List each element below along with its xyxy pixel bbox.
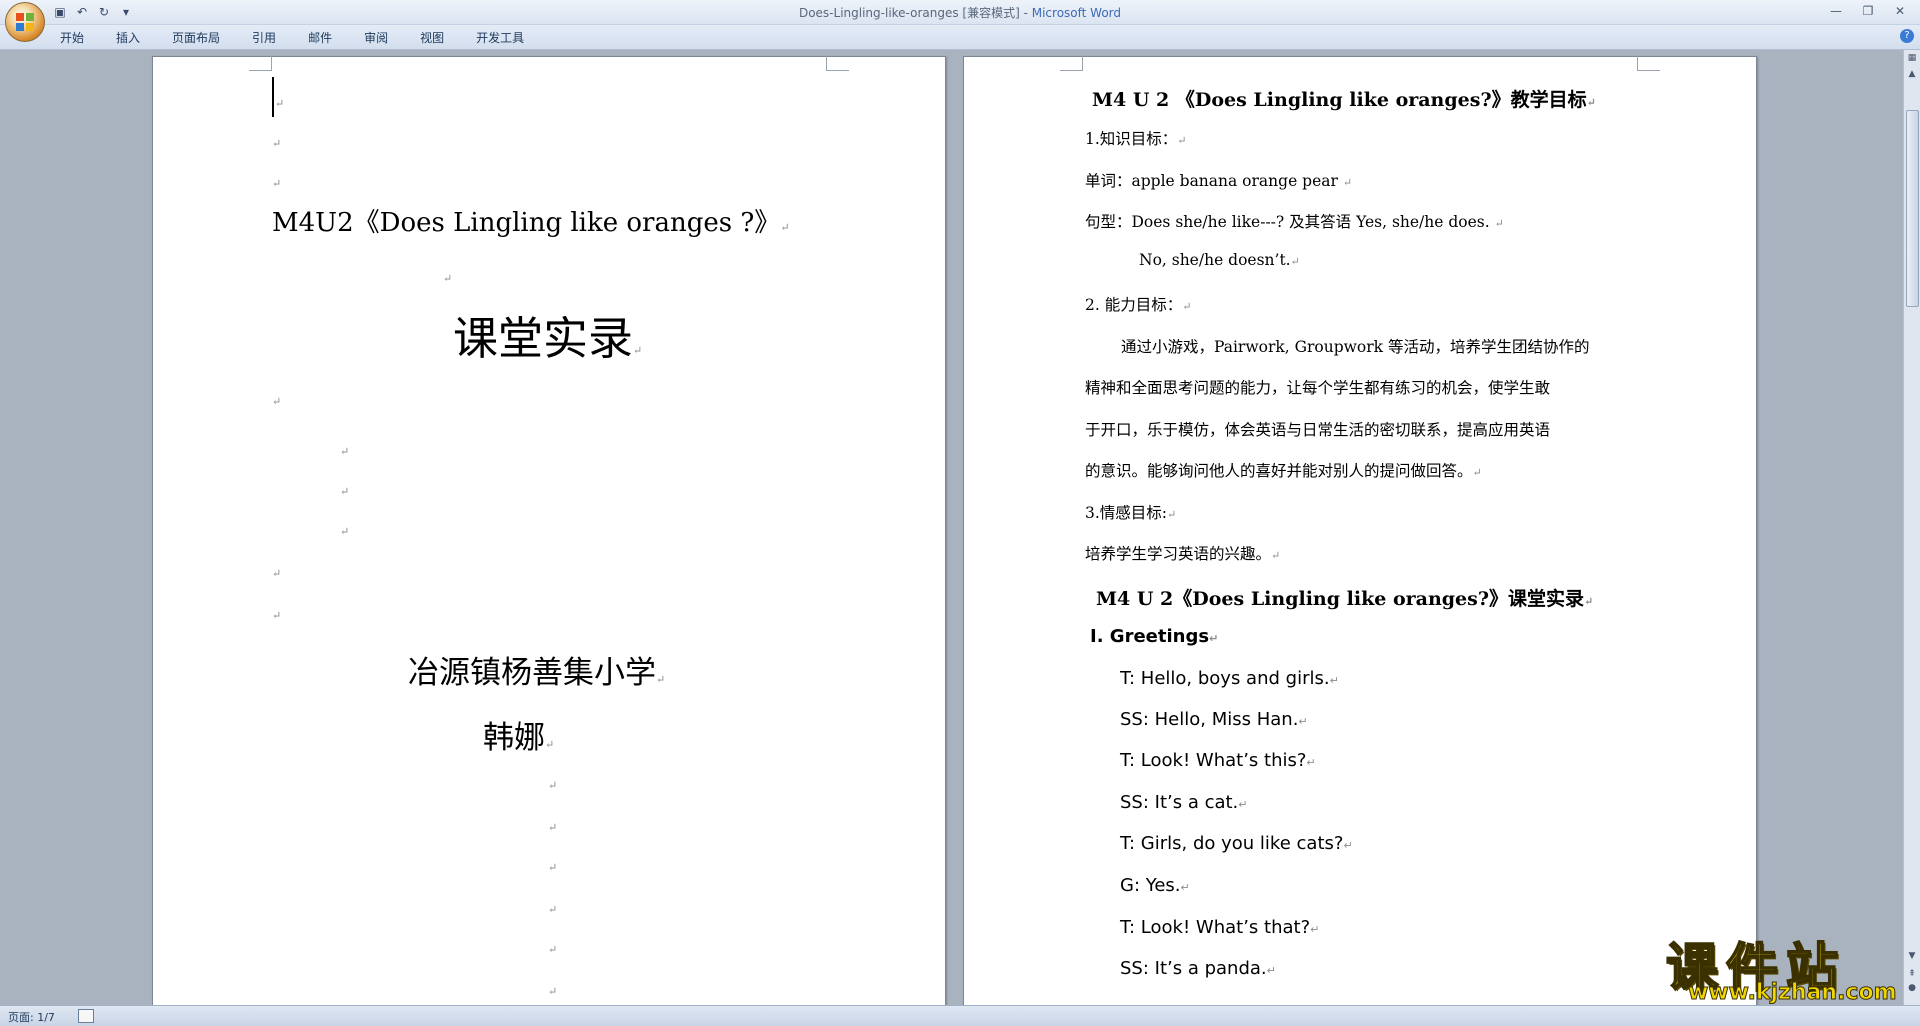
- ribbon-tab[interactable]: 开始: [50, 29, 94, 47]
- scrollbar-thumb[interactable]: [1906, 110, 1919, 307]
- ribbon-tab[interactable]: 引用: [242, 29, 286, 47]
- page-count[interactable]: 页面: 1/7: [8, 1009, 55, 1025]
- restore-icon[interactable]: ❐: [1854, 2, 1882, 20]
- ability-label: 2. 能力目标：↵: [1085, 296, 1192, 314]
- macro-record-icon[interactable]: [78, 1009, 94, 1023]
- ruler-toggle-icon[interactable]: ▦: [1906, 52, 1918, 64]
- lesson-record-title: M4 U 2《Does Lingling like oranges?》课堂实录↵: [1096, 588, 1594, 610]
- ribbon-tabs: 开始 插入 页面布局 引用 邮件 审阅 视图 开发工具: [50, 29, 546, 47]
- paragraph-mark: ↵: [340, 525, 350, 538]
- dialog-line: SS: It’s a panda.↵: [1120, 958, 1276, 979]
- emotion-label: 3.情感目标:↵: [1085, 504, 1177, 522]
- paragraph-mark: ↵: [272, 177, 282, 190]
- paragraph-mark: ↵: [548, 779, 558, 792]
- objectives-title: M4 U 2 《Does Lingling like oranges?》教学目标…: [1092, 89, 1596, 111]
- dialog-line: SS: Hello, Miss Han.↵: [1120, 709, 1308, 730]
- paragraph-mark: ↵: [548, 821, 558, 834]
- vocabulary-line: 单词：apple banana orange pear ↵: [1085, 172, 1353, 190]
- ability-text-line-4: 的意识。能够询问他人的喜好并能对别人的提问做回答。↵: [1085, 462, 1482, 480]
- office-logo-icon: [16, 13, 34, 31]
- text-cursor: [272, 77, 274, 117]
- page-1[interactable]: ↵ ↵ ↵ M4U2《Does Lingling like oranges ?》…: [152, 56, 946, 1005]
- ribbon-tab[interactable]: 邮件: [298, 29, 342, 47]
- knowledge-label: 1.知识目标：↵: [1085, 130, 1187, 148]
- section-greetings: I. Greetings↵: [1090, 626, 1219, 647]
- emotion-text: 培养学生学习英语的兴趣。↵: [1085, 545, 1281, 563]
- ribbon-tab[interactable]: 视图: [410, 29, 454, 47]
- page-2[interactable]: M4 U 2 《Does Lingling like oranges?》教学目标…: [963, 56, 1757, 1005]
- paragraph-mark: ↵: [548, 903, 558, 916]
- previous-page-icon[interactable]: ⇞: [1906, 968, 1918, 980]
- school-name: 冶源镇杨善集小学↵: [408, 655, 666, 691]
- window-title: Does-Lingling-like-oranges [兼容模式] - Micr…: [798, 6, 1122, 20]
- paragraph-mark: ↵: [275, 97, 285, 110]
- ribbon: 开始 插入 页面布局 引用 邮件 审阅 视图 开发工具 ?: [0, 25, 1920, 50]
- dialog-line: T: Look! What’s this?↵: [1120, 750, 1316, 771]
- title-bar: ▣ ↶ ↻ ▾ Does-Lingling-like-oranges [兼容模式…: [0, 0, 1920, 25]
- close-icon[interactable]: ✕: [1886, 2, 1914, 20]
- watermark-url: www.kjzhan.com: [1688, 980, 1898, 1006]
- paragraph-mark: ↵: [272, 567, 282, 580]
- ability-text-line-1: 通过小游戏，Pairwork, Groupwork 等活动，培养学生团结协作的: [1121, 338, 1590, 356]
- paragraph-mark: ↵: [340, 485, 350, 498]
- sentence-pattern-line: 句型：Does she/he like---? 及其答语 Yes, she/he…: [1085, 213, 1504, 231]
- document-heading: M4U2《Does Lingling like oranges ?》↵: [272, 208, 790, 238]
- paragraph-mark: ↵: [272, 395, 282, 408]
- dialog-line: SS: It’s a cat.↵: [1120, 792, 1248, 813]
- browse-object-icon[interactable]: ●: [1906, 982, 1918, 994]
- ability-text-line-3: 于开口，乐于模仿，体会英语与日常生活的密切联系，提高应用英语: [1085, 421, 1551, 439]
- site-watermark: 课件站 www.kjzhan.com: [1665, 926, 1906, 1010]
- paragraph-mark: ↵: [548, 861, 558, 874]
- scroll-up-icon[interactable]: ▲: [1906, 68, 1918, 80]
- paragraph-mark: ↵: [272, 137, 282, 150]
- paragraph-mark: ↵: [443, 272, 453, 285]
- help-icon[interactable]: ?: [1900, 29, 1914, 43]
- dialog-line: G: Yes.↵: [1120, 875, 1190, 896]
- dialog-line: T: Hello, boys and girls.↵: [1120, 668, 1339, 689]
- ribbon-tab[interactable]: 页面布局: [162, 29, 230, 47]
- ribbon-tab[interactable]: 开发工具: [466, 29, 534, 47]
- dialog-line: T: Look! What’s that?↵: [1120, 917, 1320, 938]
- paragraph-mark: ↵: [340, 445, 350, 458]
- status-bar: 页面: 1/7: [0, 1005, 1920, 1026]
- sentence-pattern-answer: No, she/he doesn’t.↵: [1139, 251, 1300, 269]
- ability-text-line-2: 精神和全面思考问题的能力，让每个学生都有练习的机会，使学生敢: [1085, 379, 1551, 397]
- scroll-down-icon[interactable]: ▼: [1906, 950, 1918, 962]
- document-workspace[interactable]: ↵ ↵ ↵ M4U2《Does Lingling like oranges ?》…: [0, 50, 1904, 1005]
- minimize-icon[interactable]: —: [1822, 2, 1850, 20]
- ribbon-tab[interactable]: 审阅: [354, 29, 398, 47]
- author-name: 韩娜↵: [483, 720, 555, 756]
- paragraph-mark: ↵: [272, 609, 282, 622]
- office-button[interactable]: [5, 2, 45, 42]
- document-title: 课堂实录↵: [453, 312, 643, 365]
- dialog-line: T: Girls, do you like cats?↵: [1120, 833, 1353, 854]
- vertical-scrollbar[interactable]: ▦ ▲ ▼ ⇞ ●: [1903, 50, 1920, 1005]
- paragraph-mark: ↵: [548, 943, 558, 956]
- paragraph-mark: ↵: [548, 985, 558, 998]
- window-controls: — ❐ ✕: [1822, 2, 1914, 20]
- ribbon-tab[interactable]: 插入: [106, 29, 150, 47]
